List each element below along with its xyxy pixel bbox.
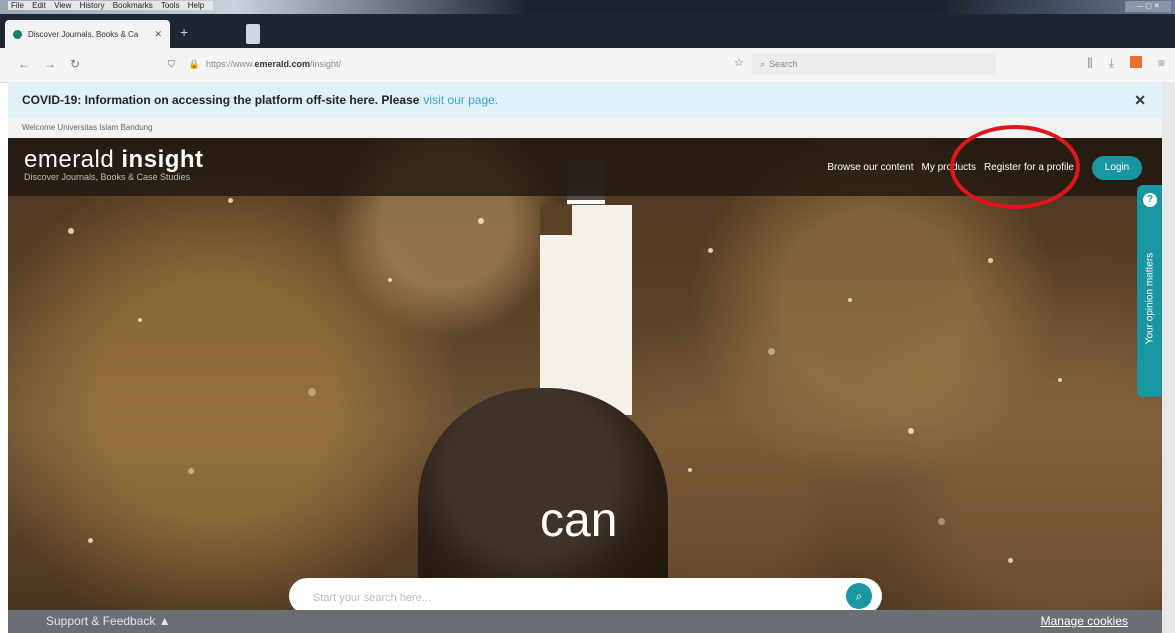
hero-decor-line: [567, 200, 605, 204]
lock-icon: 🔒: [188, 58, 200, 69]
logo-emerald: emerald: [24, 146, 115, 173]
library-icon[interactable]: ⫼: [1087, 56, 1093, 71]
banner-link[interactable]: visit our page.: [423, 93, 498, 107]
menu-view[interactable]: View: [54, 1, 71, 10]
url-domain: emerald.com: [254, 59, 311, 69]
hero-letter-i: [540, 205, 632, 415]
search-icon: ⌕: [760, 58, 766, 69]
close-icon[interactable]: ✕: [1134, 92, 1146, 109]
hero-search-placeholder: Start your search here...: [313, 592, 431, 604]
menu-help[interactable]: Help: [188, 1, 204, 10]
reload-icon[interactable]: ↻: [70, 57, 80, 71]
logo-tagline: Discover Journals, Books & Case Studies: [24, 172, 191, 182]
download-icon[interactable]: ⤓: [1109, 56, 1114, 71]
favicon-icon: [13, 29, 22, 39]
menu-edit[interactable]: Edit: [32, 1, 46, 10]
address-bar[interactable]: ⛉ 🔒 https://www. emerald.com/insight/: [160, 53, 720, 75]
menu-bookmarks[interactable]: Bookmarks: [113, 1, 153, 10]
tab-strip: Discover Journals, Books & Ca ✕ +: [0, 14, 1175, 48]
desktop-file-icon[interactable]: [246, 24, 260, 44]
question-icon: ?: [1143, 193, 1157, 207]
hero-letter-i-notch: [540, 205, 572, 235]
site-logo[interactable]: emerald insight Discover Journals, Books…: [24, 146, 204, 182]
close-tab-icon[interactable]: ✕: [154, 29, 162, 40]
welcome-text: Welcome Universitas Islam Bandung: [22, 123, 153, 132]
menu-file[interactable]: File: [11, 1, 24, 10]
tab-title: Discover Journals, Books & Ca: [28, 29, 139, 39]
browser-search-placeholder: Search: [769, 59, 798, 69]
bookmark-star-icon[interactable]: ☆: [734, 56, 744, 69]
browser-toolbar: ⫼ ⤓ ≡: [1087, 56, 1165, 71]
os-menubar: File Edit View History Bookmarks Tools H…: [0, 0, 1175, 14]
url-path: /insight/: [310, 59, 342, 69]
hamburger-menu-icon[interactable]: ≡: [1158, 56, 1165, 71]
browser-menu[interactable]: File Edit View History Bookmarks Tools H…: [8, 1, 214, 10]
covid-banner: COVID-19: Information on accessing the p…: [8, 82, 1162, 118]
footer-bar: Support & Feedback ▲ Manage cookies: [8, 610, 1162, 633]
menu-history[interactable]: History: [80, 1, 105, 10]
login-button[interactable]: Login: [1092, 156, 1142, 180]
hero-search-input[interactable]: Start your search here... ⌕: [289, 578, 882, 614]
browser-tab[interactable]: Discover Journals, Books & Ca ✕: [5, 20, 170, 48]
hero-word: can: [540, 494, 618, 547]
window-controls[interactable]: — ▢ ✕: [1125, 1, 1171, 12]
scrollbar[interactable]: [1162, 82, 1175, 633]
browser-search-input[interactable]: ⌕ Search: [752, 53, 996, 75]
browser-navbar: ← → ↻ ⛉ 🔒 https://www. emerald.com/insigh…: [0, 48, 1175, 83]
new-tab-icon[interactable]: +: [180, 24, 188, 40]
banner-message: COVID-19: Information on accessing the p…: [22, 93, 420, 107]
url-prefix: https://www.: [205, 59, 255, 69]
addon-icon[interactable]: [1129, 56, 1142, 68]
logo-insight: insight: [121, 146, 204, 173]
support-feedback-link[interactable]: Support & Feedback ▲: [46, 614, 171, 628]
nav-browse-content[interactable]: Browse our content: [827, 162, 913, 173]
feedback-tab[interactable]: ? Your opinion matters: [1137, 185, 1163, 397]
menu-tools[interactable]: Tools: [161, 1, 180, 10]
shield-icon: ⛉: [168, 58, 175, 69]
feedback-tab-label: Your opinion matters: [1144, 252, 1156, 345]
back-icon[interactable]: ←: [18, 57, 30, 71]
manage-cookies-link[interactable]: Manage cookies: [1041, 614, 1128, 628]
search-icon[interactable]: ⌕: [846, 583, 872, 609]
annotation-red-circle: [950, 125, 1080, 209]
forward-icon[interactable]: →: [44, 57, 56, 71]
